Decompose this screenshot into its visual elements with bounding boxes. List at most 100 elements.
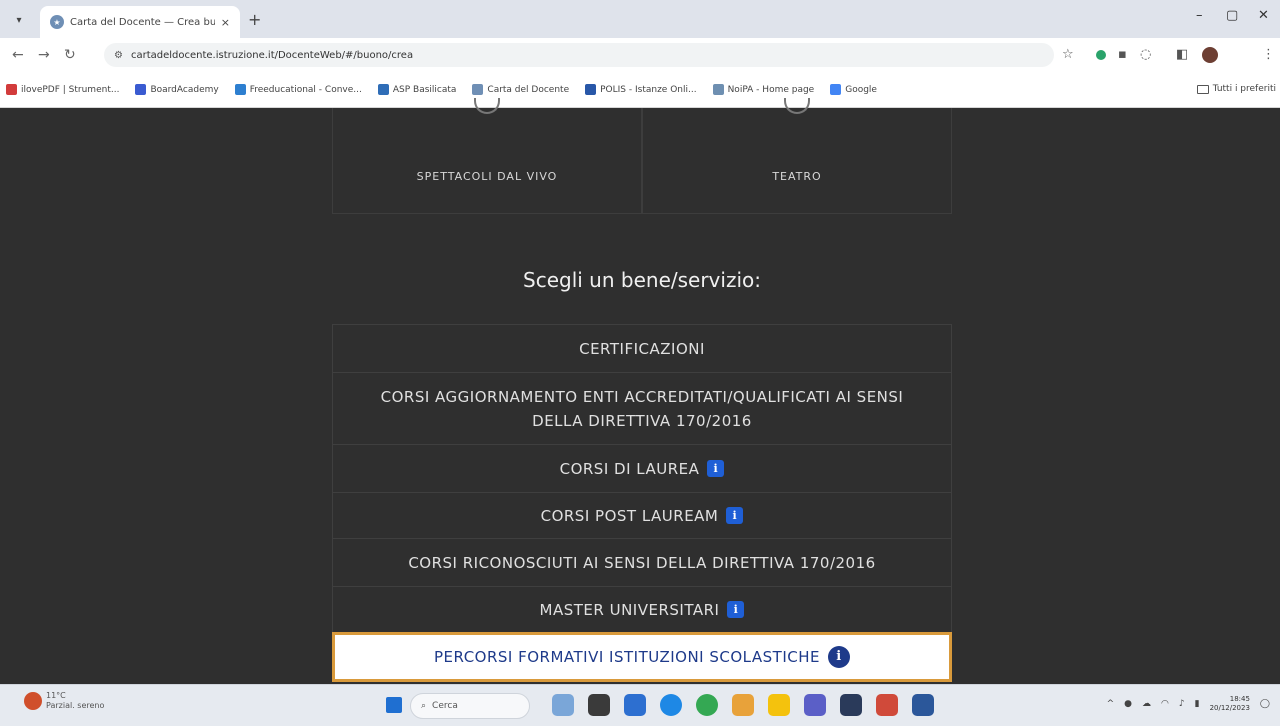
- bookmark-label: Google: [845, 84, 877, 95]
- bookmark-item[interactable]: NoiPA - Home page: [712, 84, 815, 95]
- service-label: CORSI DI LAUREA: [559, 459, 700, 478]
- tray-chevron-icon[interactable]: ^: [1107, 699, 1115, 709]
- bookmark-item[interactable]: ilovePDF | Strument...: [6, 84, 119, 95]
- service-list: CERTIFICAZIONI CORSI AGGIORNAMENTO ENTI A…: [332, 324, 952, 682]
- info-icon[interactable]: i: [827, 646, 850, 668]
- battery-icon[interactable]: ▮: [1195, 699, 1200, 709]
- copilot-app-icon[interactable]: [552, 694, 574, 716]
- extension-green-icon[interactable]: [1096, 50, 1106, 60]
- info-icon[interactable]: i: [726, 507, 744, 524]
- weather-temp: 11°C: [46, 691, 66, 700]
- wifi-icon[interactable]: ◠: [1161, 699, 1169, 709]
- service-item[interactable]: CORSI RICONOSCIUTI AI SENSI DELLA DIRETT…: [332, 538, 952, 586]
- search-icon: ⌕: [421, 701, 427, 711]
- file-explorer-app-icon[interactable]: [768, 694, 790, 716]
- bookmark-label: NoiPA - Home page: [727, 84, 815, 95]
- clock[interactable]: 18:45 20/12/2023: [1210, 695, 1250, 713]
- bookmark-item[interactable]: Freeducational - Conve...: [234, 84, 362, 95]
- service-label: CERTIFICAZIONI: [579, 339, 705, 358]
- bookmark-label: Freeducational - Conve...: [249, 84, 362, 95]
- url-text: cartadeldocente.istruzione.it/DocenteWeb…: [130, 49, 414, 61]
- choose-service-heading: Scegli un bene/servizio:: [523, 268, 761, 292]
- bookmark-favicon-icon: [712, 84, 724, 95]
- service-item[interactable]: CORSI AGGIORNAMENTO ENTI ACCREDITATI/QUA…: [332, 372, 952, 444]
- teams-app-icon[interactable]: [804, 694, 826, 716]
- weather-icon: [24, 692, 42, 710]
- folder-icon: [1196, 84, 1209, 94]
- search-placeholder: Cerca: [432, 701, 458, 711]
- category-row: SPETTACOLI DAL VIVO TEATRO: [332, 98, 952, 214]
- window-close-icon[interactable]: ✕: [1258, 8, 1269, 23]
- bookmark-favicon-icon: [234, 84, 246, 95]
- taskview-app-icon[interactable]: [588, 694, 610, 716]
- service-item[interactable]: PERCORSI FORMATIVI ISTITUZIONI SCOLASTIC…: [332, 632, 952, 682]
- bookmark-label: Carta del Docente: [487, 84, 570, 95]
- bookmark-favicon-icon: [830, 84, 842, 95]
- taskbar-search[interactable]: ⌕ Cerca: [410, 693, 530, 719]
- chrome-app-icon[interactable]: [696, 694, 718, 716]
- service-item[interactable]: CERTIFICAZIONI: [332, 324, 952, 372]
- category-teatro[interactable]: TEATRO: [642, 98, 952, 214]
- extensions-puzzle-icon[interactable]: ◌: [1140, 47, 1151, 62]
- tray-app-icon[interactable]: ●: [1124, 699, 1132, 709]
- weather-desc: Parzial. sereno: [46, 701, 105, 710]
- tab-search-icon[interactable]: ▾: [10, 11, 28, 29]
- bookmark-item[interactable]: ASP Basilicata: [377, 84, 456, 95]
- address-bar[interactable]: ⚙ cartadeldocente.istruzione.it/DocenteW…: [104, 43, 1054, 67]
- minimize-icon[interactable]: –: [1196, 8, 1203, 23]
- bookmark-item[interactable]: BoardAcademy: [135, 84, 219, 95]
- service-item[interactable]: CORSI POST LAUREAM i: [332, 492, 952, 538]
- notification-icon[interactable]: ◯: [1260, 699, 1270, 709]
- back-icon[interactable]: ←: [12, 47, 24, 63]
- bookmark-label: POLIS - Istanze Onli...: [600, 84, 697, 95]
- bookmark-item[interactable]: Carta del Docente: [472, 84, 569, 95]
- bookmark-favicon-icon: [472, 84, 484, 95]
- system-tray: ^ ● ☁ ◠ ♪ ▮ 18:45 20/12/2023 ◯: [1107, 695, 1270, 713]
- browser-tab[interactable]: ★ Carta del Docente — Crea buo ×: [40, 6, 240, 38]
- bookmark-favicon-icon: [6, 84, 17, 95]
- service-label: MASTER UNIVERSITARI: [539, 600, 720, 619]
- clock-date: 20/12/2023: [1209, 704, 1250, 712]
- tab-close-icon[interactable]: ×: [221, 16, 230, 29]
- page-content: SPETTACOLI DAL VIVO TEATRO Scegli un ben…: [0, 98, 1280, 684]
- acrobat-app-icon[interactable]: [876, 694, 898, 716]
- side-panel-icon[interactable]: ◧: [1176, 47, 1188, 62]
- browser-menu-icon[interactable]: ⋮: [1262, 47, 1275, 62]
- word-app-icon[interactable]: [912, 694, 934, 716]
- service-item[interactable]: MASTER UNIVERSITARI i: [332, 586, 952, 632]
- info-icon[interactable]: i: [707, 460, 725, 477]
- all-bookmarks-label: Tutti i preferiti: [1212, 84, 1276, 94]
- extension-icon[interactable]: ▪: [1118, 47, 1127, 62]
- service-label: PERCORSI FORMATIVI ISTITUZIONI SCOLASTIC…: [434, 648, 820, 666]
- service-label: CORSI POST LAUREAM: [540, 506, 719, 525]
- profile-avatar[interactable]: [1202, 47, 1218, 63]
- chat-app-icon[interactable]: [624, 694, 646, 716]
- bookmark-item[interactable]: Google: [830, 84, 877, 95]
- all-bookmarks-folder[interactable]: Tutti i preferiti: [1196, 84, 1276, 94]
- site-info-icon[interactable]: ⚙: [114, 50, 123, 61]
- new-tab-button[interactable]: +: [248, 10, 261, 29]
- category-spettacoli-dal-vivo[interactable]: SPETTACOLI DAL VIVO: [332, 98, 642, 214]
- weather-widget[interactable]: 11°C Parzial. sereno: [24, 691, 104, 711]
- start-button[interactable]: [386, 697, 402, 713]
- onedrive-icon[interactable]: ☁: [1142, 699, 1151, 709]
- chrome-alt-app-icon[interactable]: [732, 694, 754, 716]
- bookmark-label: ilovePDF | Strument...: [21, 84, 120, 95]
- bookmark-favicon-icon: [585, 84, 597, 95]
- maximize-icon[interactable]: ▢: [1226, 8, 1238, 23]
- edge-app-icon[interactable]: [660, 694, 682, 716]
- windows-taskbar: 11°C Parzial. sereno ⌕ Cerca ^ ● ☁ ◠ ♪ ▮…: [0, 684, 1280, 726]
- forward-icon[interactable]: →: [38, 47, 50, 63]
- bookmark-item[interactable]: POLIS - Istanze Onli...: [585, 84, 697, 95]
- service-item[interactable]: CORSI DI LAUREA i: [332, 444, 952, 492]
- bookmark-favicon-icon: [135, 84, 147, 95]
- bookmark-star-icon[interactable]: ☆: [1062, 47, 1074, 62]
- bookmarks-bar: ilovePDF | Strument... BoardAcademy Freedu…: [0, 72, 1280, 108]
- store-app-icon[interactable]: [840, 694, 862, 716]
- volume-icon[interactable]: ♪: [1179, 699, 1185, 709]
- info-icon[interactable]: i: [727, 601, 745, 618]
- bookmark-label: BoardAcademy: [150, 84, 219, 95]
- reload-icon[interactable]: ↻: [64, 47, 76, 63]
- clock-time: 18:45: [1229, 695, 1250, 703]
- category-icon: [474, 98, 500, 114]
